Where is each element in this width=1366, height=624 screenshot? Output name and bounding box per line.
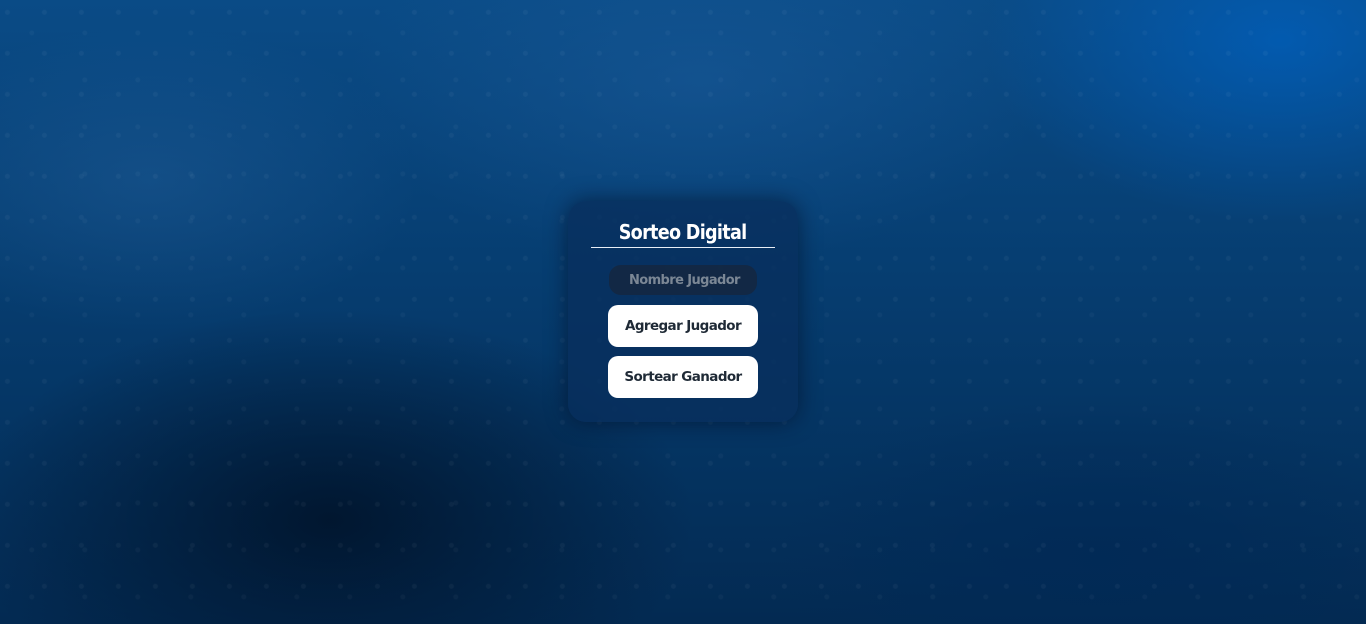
draw-winner-button[interactable]: Sortear Ganador	[608, 356, 758, 398]
page-title: Sorteo Digital	[619, 220, 747, 244]
add-player-button[interactable]: Agregar Jugador	[608, 305, 758, 347]
title-underline	[591, 247, 775, 248]
raffle-card: Sorteo Digital Agregar Jugador Sortear G…	[568, 201, 798, 422]
player-name-input[interactable]	[609, 265, 757, 295]
